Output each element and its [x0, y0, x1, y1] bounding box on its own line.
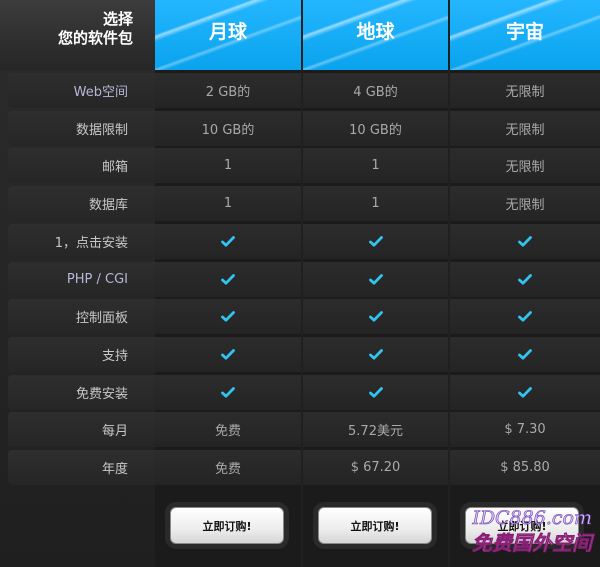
heading-line-2: 您的软件包	[57, 29, 133, 47]
row-label: 每月	[8, 412, 155, 447]
order-now-button-universe[interactable]: 立即订购!	[465, 507, 579, 544]
choose-package-heading: 选择 您的软件包	[0, 0, 155, 70]
cell-earth: 1	[303, 186, 448, 221]
cell-universe: 无限制	[450, 148, 600, 183]
cell-earth: $ 67.20	[303, 450, 448, 485]
cell-earth: 5.72美元	[303, 412, 448, 447]
check-icon	[368, 236, 383, 247]
cell-universe	[450, 299, 600, 334]
order-now-button-earth[interactable]: 立即订购!	[318, 507, 432, 544]
check-icon	[518, 349, 532, 360]
check-icon	[518, 274, 532, 285]
cell-universe: $ 85.80	[450, 450, 600, 485]
check-icon	[221, 274, 235, 285]
cell-universe: 无限制	[450, 73, 600, 108]
heading-line-1: 选择	[102, 10, 133, 28]
row-label: 支持	[8, 337, 155, 372]
check-icon	[221, 311, 235, 322]
check-icon	[518, 236, 532, 247]
cell-universe	[450, 337, 600, 372]
check-icon	[368, 311, 383, 322]
cell-moon	[155, 299, 301, 334]
cell-earth	[303, 375, 448, 410]
cell-universe	[450, 375, 600, 410]
cell-moon: 2 GB的	[155, 73, 301, 108]
cell-universe: $ 7.30	[450, 412, 600, 447]
check-icon	[368, 274, 383, 285]
cell-earth	[303, 262, 448, 297]
cell-universe: 无限制	[450, 111, 600, 146]
cell-moon: 免费	[155, 412, 301, 447]
row-label: PHP / CGI	[8, 262, 155, 297]
cell-earth: 4 GB的	[303, 73, 448, 108]
row-label: 年度	[8, 450, 155, 485]
cell-moon: 免费	[155, 450, 301, 485]
check-icon	[368, 387, 383, 398]
row-label: 1，点击安装	[8, 224, 155, 259]
row-label: 免费安装	[8, 375, 155, 410]
cell-universe	[450, 224, 600, 259]
row-label: 数据库	[8, 186, 155, 221]
cell-earth	[303, 299, 448, 334]
row-label: 邮箱	[8, 148, 155, 183]
check-icon	[221, 387, 235, 398]
cell-universe: 无限制	[450, 186, 600, 221]
cell-moon: 1	[155, 148, 301, 183]
order-now-button-moon[interactable]: 立即订购!	[170, 507, 284, 544]
cell-moon	[155, 262, 301, 297]
row-label: 控制面板	[8, 299, 155, 334]
cell-universe	[450, 262, 600, 297]
check-icon	[221, 349, 235, 360]
cell-earth	[303, 337, 448, 372]
cell-earth	[303, 224, 448, 259]
check-icon	[518, 387, 532, 398]
cell-earth: 10 GB的	[303, 111, 448, 146]
plan-header-earth: 地球	[303, 0, 448, 70]
cell-moon: 10 GB的	[155, 111, 301, 146]
plan-header-moon: 月球	[155, 0, 301, 70]
check-icon	[368, 349, 383, 360]
plan-header-universe: 宇宙	[450, 0, 600, 70]
cell-moon	[155, 375, 301, 410]
row-label: Web空间	[8, 73, 155, 108]
check-icon	[221, 236, 235, 247]
cell-moon: 1	[155, 186, 301, 221]
row-label: 数据限制	[8, 111, 155, 146]
cell-moon	[155, 224, 301, 259]
check-icon	[518, 311, 532, 322]
cell-moon	[155, 337, 301, 372]
cell-earth: 1	[303, 148, 448, 183]
